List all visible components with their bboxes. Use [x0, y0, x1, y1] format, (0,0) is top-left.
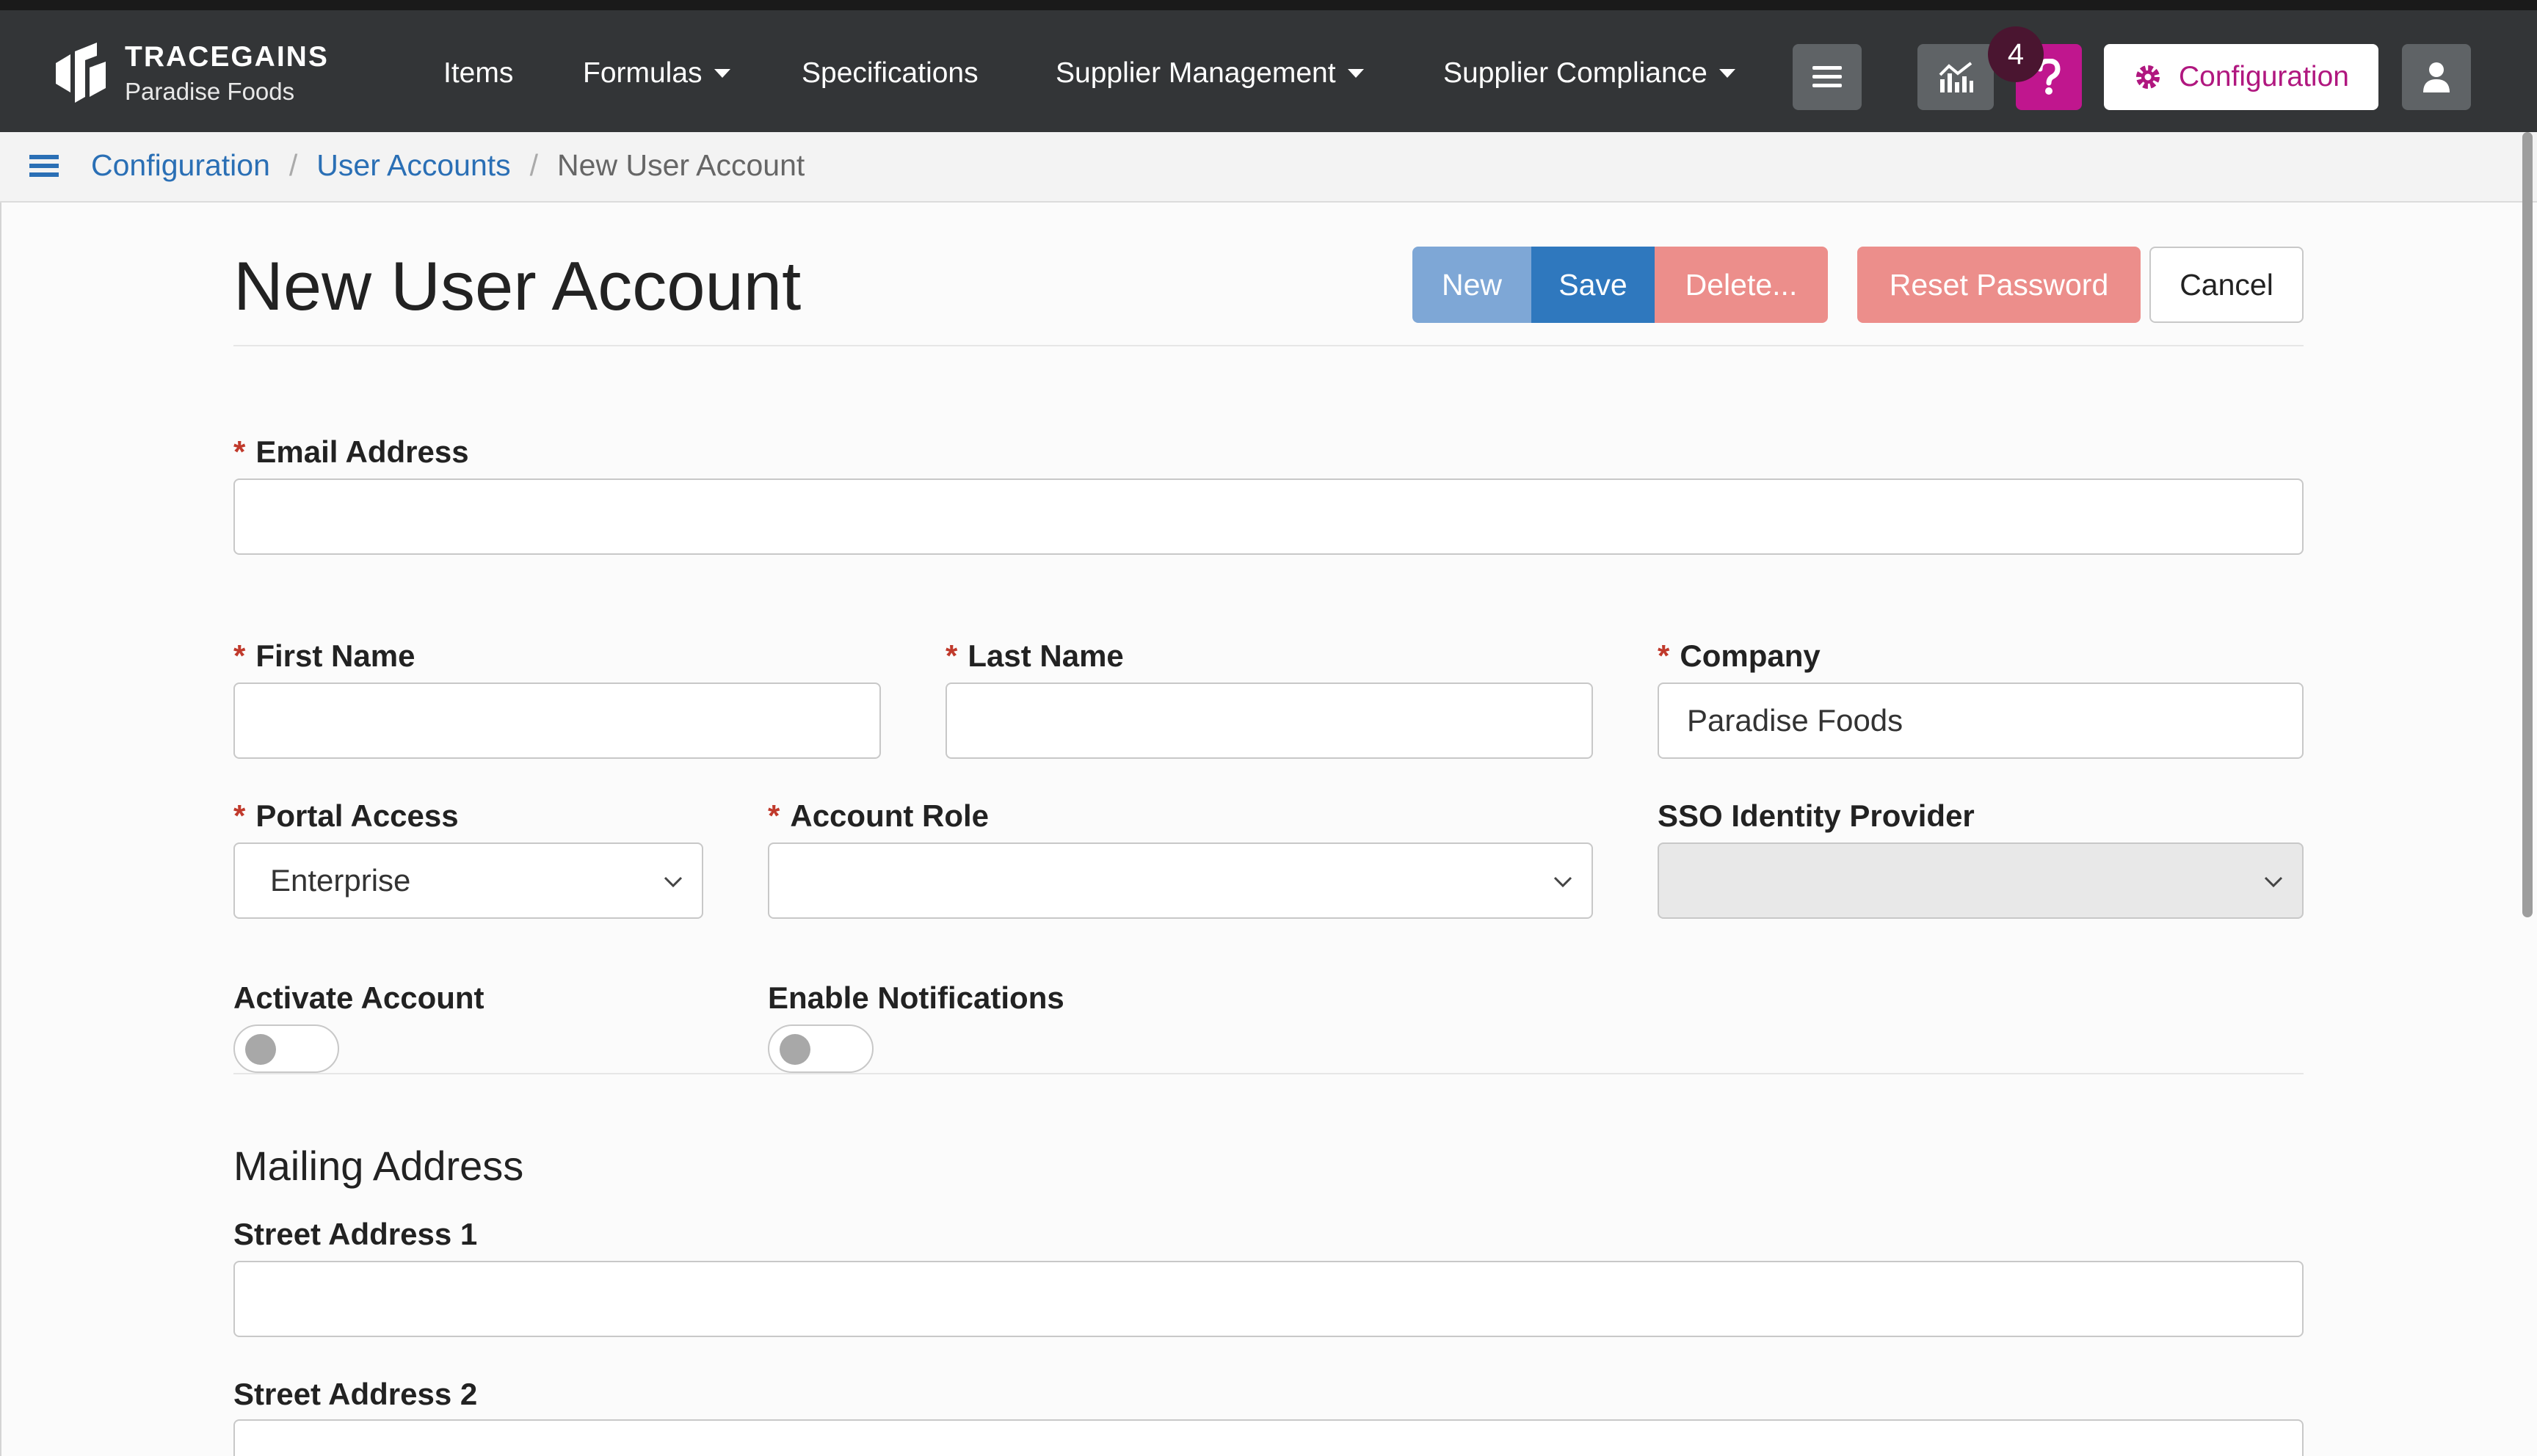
- email-label-text: Email Address: [255, 434, 469, 469]
- breadcrumb-separator: /: [288, 148, 298, 182]
- first-name-label-text: First Name: [255, 638, 415, 673]
- section-divider: [233, 1073, 2304, 1074]
- analytics-icon: [1939, 62, 1973, 92]
- portal-access-label-text: Portal Access: [255, 798, 459, 833]
- activate-account-toggle[interactable]: [233, 1024, 339, 1073]
- brand-name: TRACEGAINS: [125, 40, 329, 73]
- portal-access-value: Enterprise: [270, 863, 411, 898]
- nav-supplier-management-label: Supplier Management: [1056, 57, 1336, 89]
- portal-access-select[interactable]: Enterprise: [233, 842, 703, 919]
- email-label: * Email Address: [233, 434, 469, 470]
- required-marker: *: [233, 434, 246, 469]
- breadcrumb-current: New User Account: [557, 148, 805, 182]
- nav-specifications-label: Specifications: [802, 57, 979, 89]
- required-marker: *: [946, 638, 958, 673]
- account-role-label: * Account Role: [768, 798, 989, 834]
- chevron-down-icon: [1553, 876, 1572, 888]
- page-scrollbar[interactable]: [2522, 132, 2533, 917]
- caret-down-icon: [1347, 69, 1364, 78]
- nav-items[interactable]: Items: [443, 57, 513, 90]
- delete-button[interactable]: Delete...: [1655, 247, 1828, 323]
- chevron-down-icon: [664, 876, 683, 888]
- notification-badge: 4: [1988, 26, 2044, 82]
- breadcrumb-bar: Configuration / User Accounts / New User…: [0, 132, 2537, 203]
- top-strip: [0, 0, 2537, 10]
- first-name-label: * First Name: [233, 638, 415, 674]
- page-title: New User Account: [233, 247, 802, 324]
- required-marker: *: [233, 798, 246, 833]
- required-marker: *: [768, 798, 780, 833]
- enable-notifications-label: Enable Notifications: [768, 980, 1064, 1015]
- last-name-label-text: Last Name: [968, 638, 1124, 673]
- sso-label: SSO Identity Provider: [1658, 798, 1975, 833]
- cancel-button[interactable]: Cancel: [2149, 247, 2304, 323]
- brand-org: Paradise Foods: [125, 78, 295, 106]
- required-marker: *: [1658, 638, 1670, 673]
- hamburger-icon: [1812, 66, 1842, 87]
- save-button[interactable]: Save: [1531, 247, 1655, 323]
- street-address-1-label: Street Address 1: [233, 1217, 478, 1251]
- brand-logo[interactable]: TRACEGAINS Paradise Foods: [48, 37, 329, 110]
- account-role-label-text: Account Role: [790, 798, 990, 833]
- toggle-knob: [780, 1034, 810, 1065]
- nav-supplier-compliance[interactable]: Supplier Compliance: [1443, 57, 1735, 90]
- nav-specifications[interactable]: Specifications: [802, 57, 979, 90]
- sso-provider-select[interactable]: [1658, 842, 2304, 919]
- top-navbar: TRACEGAINS Paradise Foods Items Formulas…: [0, 10, 2537, 132]
- new-button[interactable]: New: [1412, 247, 1531, 323]
- configuration-button[interactable]: Configuration: [2104, 44, 2378, 110]
- first-name-field[interactable]: [233, 682, 881, 759]
- street-address-1-field[interactable]: [233, 1261, 2304, 1337]
- configuration-button-label: Configuration: [2179, 61, 2349, 92]
- analytics-button[interactable]: [1917, 44, 1994, 110]
- street-address-2-label: Street Address 2: [233, 1377, 478, 1411]
- portal-access-label: * Portal Access: [233, 798, 459, 834]
- nav-items-label: Items: [443, 57, 514, 89]
- nav-formulas-label: Formulas: [583, 57, 703, 89]
- user-menu-button[interactable]: [2402, 44, 2471, 110]
- breadcrumb-user-accounts[interactable]: User Accounts: [316, 148, 510, 183]
- hamburger-icon: [29, 155, 59, 177]
- company-label-text: Company: [1680, 638, 1821, 673]
- nav-supplier-management[interactable]: Supplier Management: [1056, 57, 1364, 90]
- company-field[interactable]: Paradise Foods: [1658, 682, 2304, 759]
- gear-icon: [2136, 65, 2160, 89]
- breadcrumb-configuration[interactable]: Configuration: [91, 148, 270, 183]
- mailing-address-heading: Mailing Address: [233, 1143, 524, 1189]
- company-label: * Company: [1658, 638, 1821, 674]
- enable-notifications-toggle[interactable]: [768, 1024, 874, 1073]
- last-name-label: * Last Name: [946, 638, 1124, 674]
- caret-down-icon: [714, 69, 730, 78]
- reset-password-button[interactable]: Reset Password: [1857, 247, 2141, 323]
- user-icon: [2423, 62, 2450, 92]
- email-field[interactable]: [233, 478, 2304, 555]
- street-address-2-field[interactable]: [233, 1419, 2304, 1456]
- required-marker: *: [233, 638, 246, 673]
- sidebar-toggle[interactable]: [29, 151, 59, 184]
- last-name-field[interactable]: [946, 682, 1593, 759]
- activate-account-label: Activate Account: [233, 980, 484, 1015]
- nav-supplier-compliance-label: Supplier Compliance: [1443, 57, 1707, 89]
- chevron-down-icon: [2264, 876, 2283, 888]
- tracegains-logo-icon: [56, 43, 106, 103]
- account-role-select[interactable]: [768, 842, 1593, 919]
- toggle-knob: [245, 1034, 276, 1065]
- menu-toggle-button[interactable]: [1793, 44, 1862, 110]
- page-left-border: [0, 203, 1, 1456]
- title-divider: [233, 345, 2304, 346]
- breadcrumb-separator: /: [529, 148, 539, 182]
- caret-down-icon: [1718, 69, 1735, 78]
- breadcrumb: Configuration / User Accounts / New User…: [91, 148, 805, 183]
- nav-formulas[interactable]: Formulas: [583, 57, 730, 90]
